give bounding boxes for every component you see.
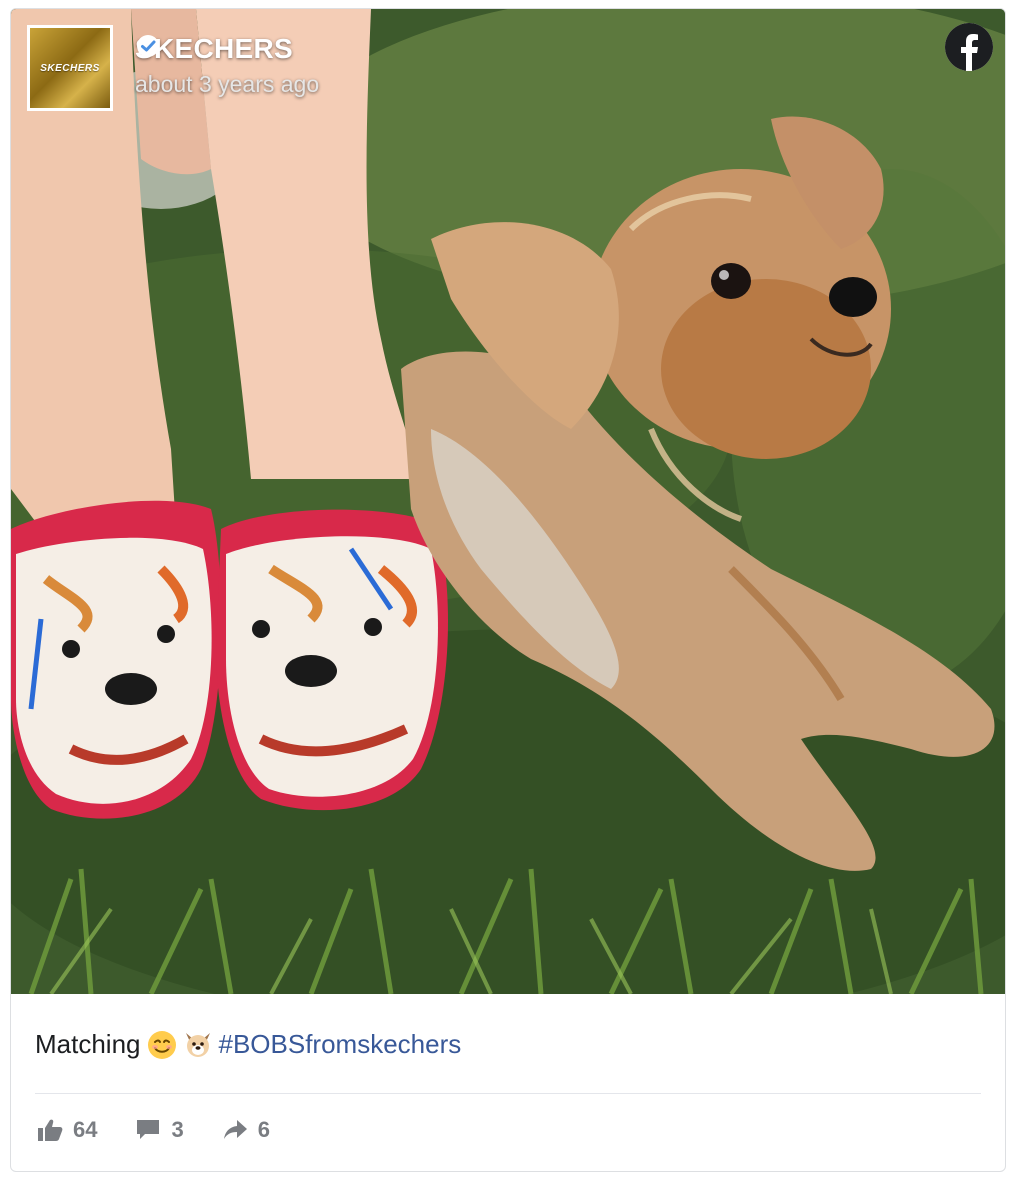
comment-button[interactable]: 3 bbox=[135, 1117, 184, 1143]
post-caption: Matching #BOBSfromskechers bbox=[35, 1029, 461, 1060]
post-photo[interactable]: SKECHERS SKECHERS about 3 years ago bbox=[11, 9, 1005, 994]
page-avatar[interactable]: SKECHERS bbox=[27, 25, 113, 111]
avatar-logo-text: SKECHERS bbox=[40, 62, 100, 74]
facebook-post-card: SKECHERS SKECHERS about 3 years ago Matc… bbox=[10, 8, 1006, 1172]
page-name[interactable]: SKECHERS bbox=[135, 33, 327, 65]
like-button[interactable]: 64 bbox=[37, 1117, 97, 1143]
comment-count: 3 bbox=[171, 1117, 184, 1142]
dog-face-icon bbox=[183, 1030, 213, 1060]
caption-text: Matching bbox=[35, 1029, 141, 1059]
hashtag-link[interactable]: #BOBSfromskechers bbox=[219, 1029, 462, 1060]
thumbs-up-icon bbox=[38, 1119, 63, 1141]
facebook-icon[interactable] bbox=[945, 23, 993, 71]
share-count: 6 bbox=[257, 1117, 270, 1142]
post-timestamp[interactable]: about 3 years ago bbox=[135, 71, 319, 98]
share-arrow-icon bbox=[223, 1120, 247, 1139]
divider bbox=[35, 1093, 981, 1094]
smiling-face-icon bbox=[147, 1030, 177, 1060]
comment-icon bbox=[137, 1120, 160, 1139]
like-count: 64 bbox=[73, 1117, 98, 1142]
photo-illustration bbox=[11, 9, 1005, 994]
share-button[interactable]: 6 bbox=[222, 1117, 270, 1143]
verified-badge-icon bbox=[137, 35, 327, 62]
post-stats: 64 3 6 bbox=[37, 1117, 308, 1143]
